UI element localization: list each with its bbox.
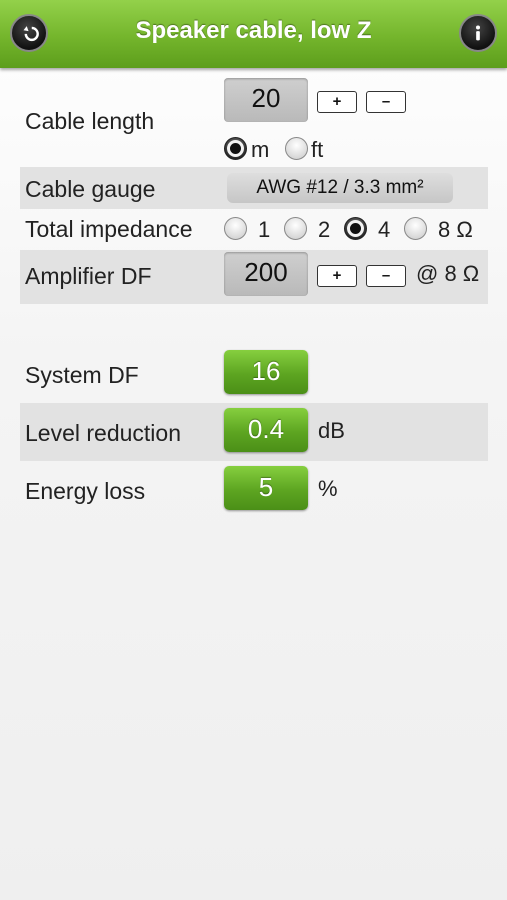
impedance-1-label: 1 bbox=[258, 217, 271, 242]
unit-m-radio[interactable] bbox=[224, 137, 247, 160]
energy-loss-label: Energy loss bbox=[25, 478, 146, 504]
impedance-2-label: 2 bbox=[318, 217, 331, 242]
total-impedance-row: Total impedance 1 2 4 8 Ω bbox=[20, 210, 488, 250]
impedance-4-label: 4 bbox=[378, 217, 391, 242]
total-impedance-label: Total impedance bbox=[25, 216, 193, 242]
cable-length-row: Cable length 20 + – m ft bbox=[20, 78, 488, 166]
impedance-8-radio[interactable] bbox=[404, 217, 427, 240]
impedance-2-radio[interactable] bbox=[284, 217, 307, 240]
level-reduction-row: Level reduction 0.4 dB bbox=[20, 403, 488, 461]
level-reduction-label: Level reduction bbox=[25, 420, 181, 446]
info-icon bbox=[475, 25, 481, 41]
cable-length-label: Cable length bbox=[25, 108, 155, 134]
amplifier-df-minus-button[interactable]: – bbox=[366, 265, 406, 287]
impedance-1-radio[interactable] bbox=[224, 217, 247, 240]
cable-length-minus-button[interactable]: – bbox=[366, 91, 406, 113]
system-df-value: 16 bbox=[224, 350, 308, 394]
system-df-label: System DF bbox=[25, 362, 139, 388]
energy-loss-row: Energy loss 5 % bbox=[20, 462, 488, 518]
level-reduction-unit: dB bbox=[318, 418, 345, 443]
energy-loss-unit: % bbox=[318, 476, 338, 501]
header-bar: Speaker cable, low Z bbox=[0, 0, 507, 68]
amplifier-df-value[interactable]: 200 bbox=[224, 252, 308, 296]
unit-m-label: m bbox=[251, 137, 270, 162]
level-reduction-value: 0.4 bbox=[224, 408, 308, 452]
page-title: Speaker cable, low Z bbox=[135, 17, 372, 44]
unit-ft-radio[interactable] bbox=[285, 137, 308, 160]
cable-gauge-row: Cable gauge AWG #12 / 3.3 mm² bbox=[20, 167, 488, 209]
cable-gauge-label: Cable gauge bbox=[25, 176, 156, 202]
unit-ft-label: ft bbox=[311, 137, 324, 162]
amplifier-df-plus-button[interactable]: + bbox=[317, 265, 357, 287]
impedance-8-label: 8 Ω bbox=[438, 217, 473, 242]
system-df-row: System DF 16 bbox=[20, 346, 488, 402]
cable-gauge-selector[interactable]: AWG #12 / 3.3 mm² bbox=[227, 173, 453, 203]
impedance-4-radio[interactable] bbox=[344, 217, 367, 240]
info-button[interactable] bbox=[459, 14, 497, 52]
amplifier-df-suffix: @ 8 Ω bbox=[416, 261, 480, 286]
energy-loss-value: 5 bbox=[224, 466, 308, 510]
amplifier-df-row: Amplifier DF 200 + – @ 8 Ω bbox=[20, 250, 488, 304]
cable-length-value[interactable]: 20 bbox=[224, 78, 308, 122]
amplifier-df-label: Amplifier DF bbox=[25, 263, 152, 289]
cable-length-plus-button[interactable]: + bbox=[317, 91, 357, 113]
